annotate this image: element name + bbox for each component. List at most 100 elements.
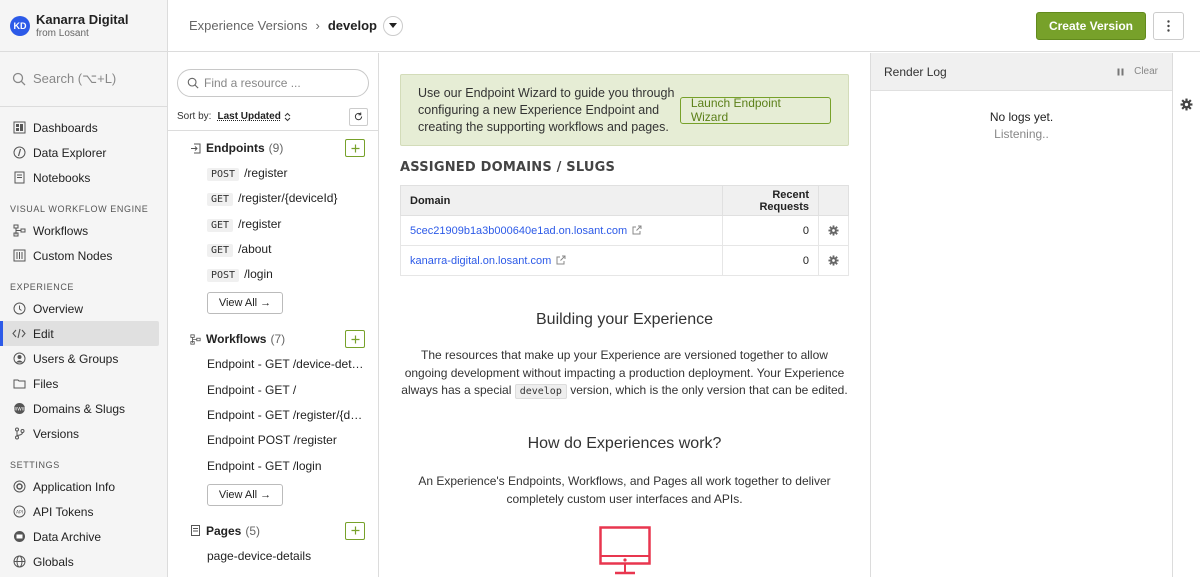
more-options-button[interactable]	[1153, 11, 1184, 40]
monitor-illustration-icon	[599, 526, 651, 575]
sidebar-item-files[interactable]: Files	[0, 371, 159, 396]
endpoint-item[interactable]: GET/register	[168, 212, 378, 237]
sidebar-item-api-tokens[interactable]: API API Tokens	[0, 499, 159, 524]
column-header-recent-requests: Recent Requests	[722, 185, 819, 216]
pages-title[interactable]: Pages	[206, 524, 241, 538]
sidebar-item-label: Versions	[33, 426, 80, 441]
endpoint-item[interactable]: GET/about	[168, 237, 378, 262]
endpoints-title[interactable]: Endpoints	[206, 141, 265, 155]
endpoint-icon	[191, 143, 201, 153]
gear-icon	[828, 255, 839, 266]
org-switcher[interactable]: KD Kanarra Digital from Losant	[0, 0, 167, 52]
sidebar-item-label: Notebooks	[33, 170, 91, 185]
pause-icon[interactable]	[1117, 68, 1124, 76]
endpoint-path: /register/{deviceId}	[238, 191, 338, 206]
sidebar-item-label: Workflows	[33, 223, 89, 238]
workflow-item[interactable]: Endpoint POST /register	[168, 428, 378, 453]
sidebar-item-application-info[interactable]: Application Info	[0, 474, 159, 499]
sidebar-item-workflows[interactable]: Workflows	[0, 218, 159, 243]
render-log-empty-state: No logs yet. Listening..	[871, 110, 1172, 141]
sidebar-item-label: Overview	[33, 301, 84, 316]
building-experience-title: Building your Experience	[536, 311, 713, 328]
sidebar-item-dashboards[interactable]: Dashboards	[0, 115, 159, 140]
clear-log-button[interactable]: Clear	[1134, 66, 1158, 77]
endpoint-wizard-banner: Use our Endpoint Wizard to guide you thr…	[400, 74, 849, 146]
add-workflow-button[interactable]	[345, 330, 365, 349]
table-row: 5cec21909b1a3b000640e1ad.on.losant.com 0	[400, 215, 849, 246]
launch-endpoint-wizard-button[interactable]: Launch Endpoint Wizard	[679, 96, 831, 124]
svg-text:API: API	[15, 509, 22, 515]
sidebar-section-title: EXPERIENCE	[10, 282, 75, 292]
building-text-part-2: version, which is the only version that …	[570, 383, 848, 397]
add-endpoint-button[interactable]	[345, 139, 365, 157]
caret-down-icon	[388, 23, 397, 28]
page-item[interactable]: page-device-details	[168, 544, 378, 569]
sort-caret-icon	[284, 112, 291, 121]
archive-icon	[12, 530, 26, 544]
endpoint-item[interactable]: POST/login	[168, 262, 378, 287]
create-version-button[interactable]: Create Version	[1035, 11, 1146, 40]
sidebar-search[interactable]: Search (⌥+L)	[0, 52, 167, 107]
domain-link[interactable]: 5cec21909b1a3b000640e1ad.on.losant.com	[410, 225, 627, 237]
sidebar-item-users-groups[interactable]: Users & Groups	[0, 346, 159, 371]
breadcrumb-experience-versions[interactable]: Experience Versions	[189, 18, 308, 33]
sort-select[interactable]: Last Updated	[217, 111, 280, 122]
endpoint-item[interactable]: GET/register/{deviceId}	[168, 186, 378, 211]
dashboard-icon	[12, 121, 26, 135]
workflow-item[interactable]: Endpoint - GET /device-details	[168, 352, 378, 377]
domain-link[interactable]: kanarra-digital.on.losant.com	[410, 255, 551, 267]
domain-settings-button[interactable]	[818, 215, 849, 246]
sidebar-item-overview[interactable]: Overview	[0, 296, 159, 321]
external-link-icon[interactable]	[632, 225, 642, 235]
sidebar-item-notebooks[interactable]: Notebooks	[0, 165, 159, 190]
data-explorer-icon	[12, 146, 26, 160]
domain-settings-button[interactable]	[818, 245, 849, 276]
http-method: POST	[207, 168, 240, 181]
resource-search-placeholder: Find a resource ...	[204, 76, 301, 90]
sidebar-item-data-archive[interactable]: Data Archive	[0, 524, 159, 549]
version-dropdown-button[interactable]	[382, 15, 403, 36]
resource-search-input[interactable]: Find a resource ...	[177, 69, 369, 97]
external-link-icon[interactable]	[556, 255, 566, 265]
http-method: GET	[207, 243, 234, 257]
sidebar: KD Kanarra Digital from Losant Search (⌥…	[0, 0, 168, 577]
sidebar-item-data-explorer[interactable]: Data Explorer	[0, 140, 159, 165]
sidebar-item-custom-nodes[interactable]: Custom Nodes	[0, 243, 159, 268]
add-page-button[interactable]	[345, 521, 365, 540]
org-subtitle: from Losant	[36, 27, 89, 39]
assigned-domains-title: ASSIGNED DOMAINS / SLUGS	[400, 160, 616, 175]
workflow-item[interactable]: Endpoint - GET /register/{deviceId}	[168, 403, 378, 428]
render-log-header: Render Log Clear	[871, 53, 1172, 91]
how-experiences-work-title: How do Experiences work?	[527, 435, 722, 452]
branch-icon	[12, 427, 26, 441]
workflows-title[interactable]: Workflows	[206, 332, 266, 346]
folder-icon	[12, 377, 26, 391]
workflow-item[interactable]: Endpoint - GET /login	[168, 454, 378, 479]
sidebar-item-label: Users & Groups	[33, 351, 119, 366]
endpoints-group-header: Endpoints (9)	[168, 135, 378, 161]
sidebar-section-title: SETTINGS	[10, 460, 60, 470]
sidebar-item-label: Application Info	[33, 479, 116, 494]
sidebar-item-versions[interactable]: Versions	[0, 421, 159, 446]
endpoint-path: /login	[244, 267, 273, 282]
search-icon	[187, 77, 199, 89]
sidebar-item-edit[interactable]: Edit	[0, 321, 159, 346]
endpoints-view-all-button[interactable]: View All →	[207, 292, 283, 315]
www-icon: WWW	[12, 402, 26, 416]
main-content: Use our Endpoint Wizard to guide you thr…	[379, 53, 870, 577]
column-header-actions	[818, 185, 849, 216]
workflow-item[interactable]: Endpoint - GET /	[168, 378, 378, 403]
refresh-button[interactable]	[349, 107, 368, 126]
http-method: GET	[207, 218, 234, 232]
breadcrumb-separator: ›	[315, 18, 320, 33]
search-icon	[12, 72, 26, 86]
endpoint-path: /about	[238, 241, 272, 256]
workflows-view-all-button[interactable]: View All →	[207, 483, 283, 506]
log-settings-button[interactable]	[1173, 90, 1200, 118]
sidebar-item-domains-slugs[interactable]: WWW Domains & Slugs	[0, 396, 159, 421]
pages-group-header: Pages (5)	[168, 518, 378, 544]
sidebar-item-globals[interactable]: Globals	[0, 549, 159, 574]
endpoint-item[interactable]: POST/register	[168, 161, 378, 186]
plus-icon	[351, 335, 359, 344]
sidebar-item-label: Edit	[33, 326, 54, 341]
